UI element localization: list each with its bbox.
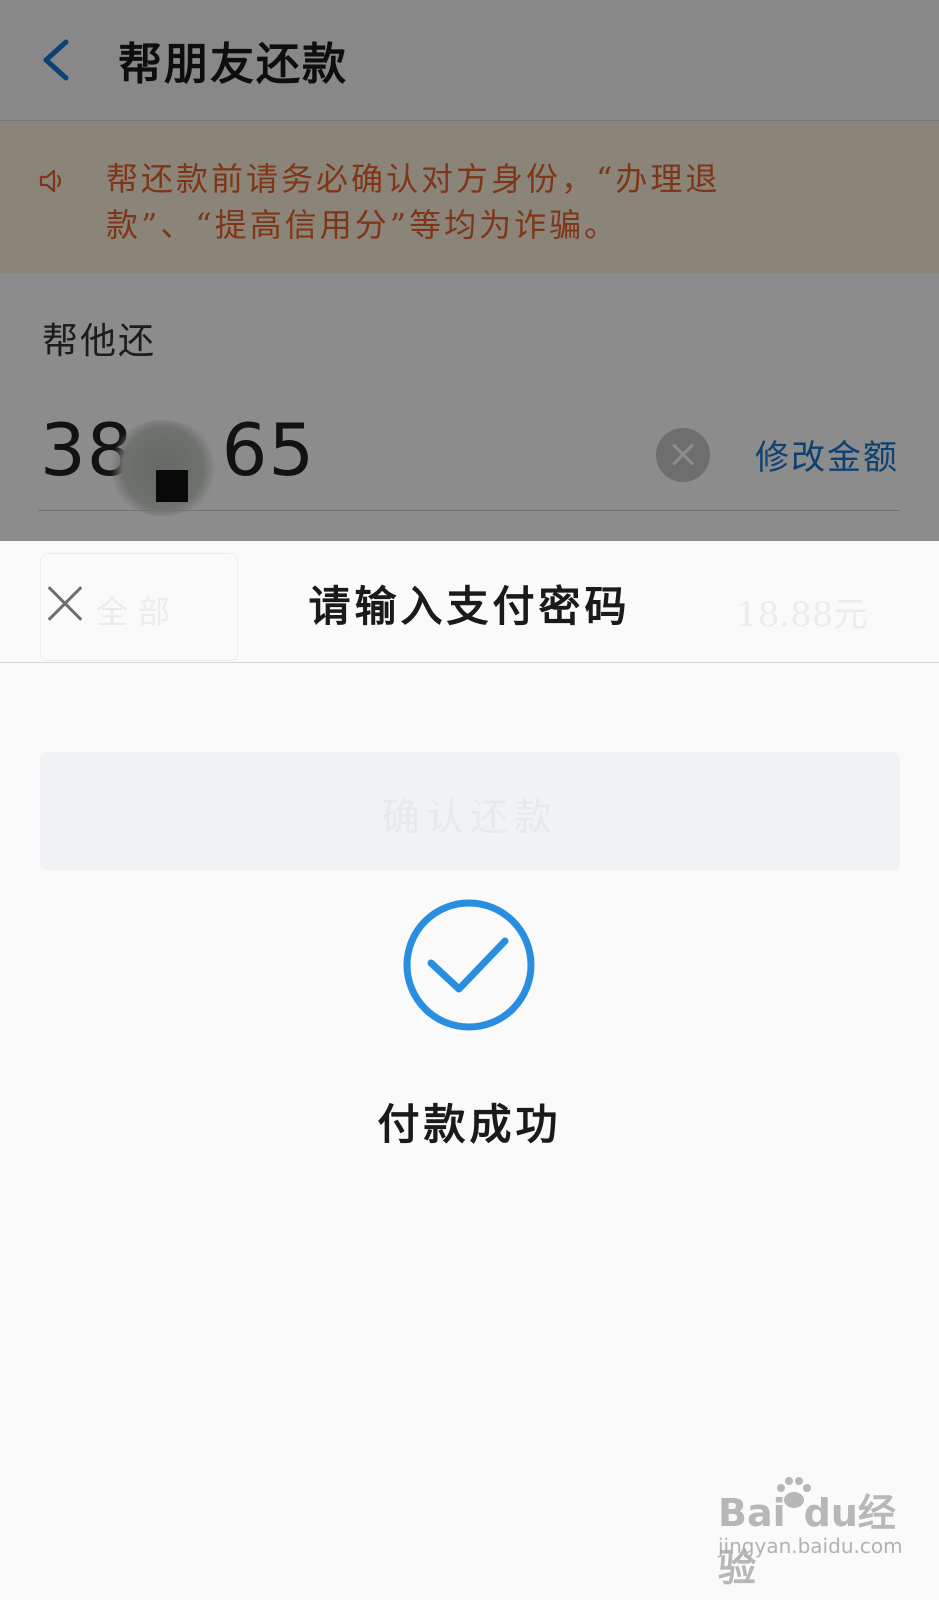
- payment-password-sheet: 全部 18.88元 请输入支付密码 确认还款 付款成功: [0, 541, 939, 1600]
- baidu-jingyan-watermark: Bai du经验 jingyan.baidu.com: [718, 1472, 903, 1590]
- background-confirm-label: 确认还款: [381, 795, 558, 839]
- check-circle-icon: [403, 899, 535, 1031]
- payment-status-text: 付款成功: [377, 1100, 562, 1149]
- background-confirm-button-ghost: 确认还款: [40, 752, 900, 870]
- watermark-url: jingyan.baidu.com: [718, 1534, 903, 1558]
- sheet-header: 请输入支付密码: [0, 541, 939, 663]
- sheet-title: 请输入支付密码: [308, 582, 631, 631]
- paw-icon: [777, 1477, 811, 1508]
- modal-overlay[interactable]: [0, 0, 939, 541]
